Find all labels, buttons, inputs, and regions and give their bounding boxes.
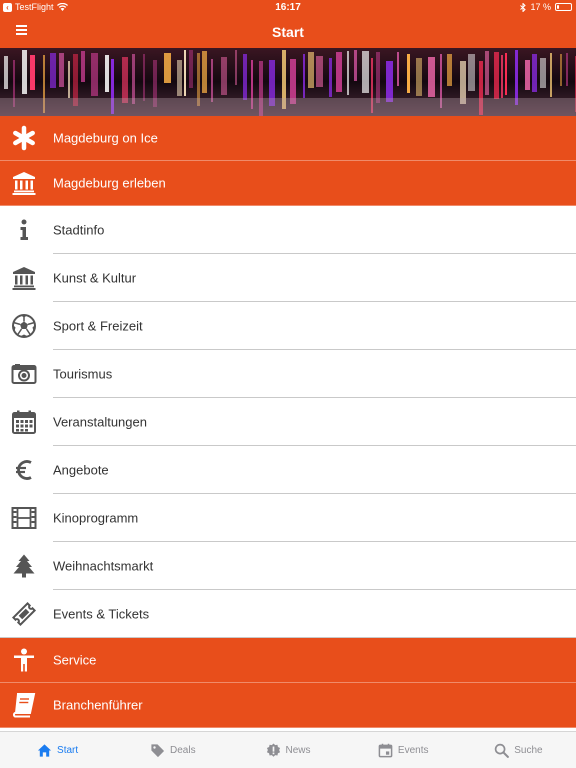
tab-news[interactable]: News (230, 732, 345, 768)
menu-row-angebote[interactable]: Angebote (0, 446, 576, 494)
home-icon (37, 743, 52, 758)
tab-label: Events (397, 744, 429, 756)
clock: 16:17 (275, 2, 301, 13)
menu-row-label: Kinoprogramm (53, 510, 139, 526)
asterisk-icon (10, 124, 38, 152)
nav-bar: Start (0, 15, 576, 48)
menu-row-label: Stadtinfo (53, 222, 105, 238)
menu-row-magdeburg-on-ice[interactable]: Magdeburg on Ice (0, 116, 576, 161)
hamburger-menu-button[interactable] (10, 23, 32, 41)
menu-row-branchenfuehrer[interactable]: Branchenführer (0, 683, 576, 728)
menu-row-label: Magdeburg on Ice (53, 130, 158, 146)
menu-row-service[interactable]: Service (0, 638, 576, 683)
status-right: 17 % (520, 2, 572, 12)
menu-row-magdeburg-erleben[interactable]: Magdeburg erleben (0, 161, 576, 206)
menu-row-label: Branchenführer (53, 697, 143, 713)
soccer-ball-icon (10, 312, 38, 340)
menu-row-sport-and-freizeit[interactable]: Sport & Freizeit (0, 302, 576, 350)
calendar-icon (378, 743, 393, 758)
menu-row-label: Weihnachtsmarkt (53, 558, 154, 574)
menu-row-stadtinfo[interactable]: Stadtinfo (0, 206, 576, 254)
menu-row-label: Service (53, 652, 97, 668)
menu-row-label: Sport & Freizeit (53, 318, 143, 334)
tab-label: News (285, 744, 311, 756)
menu-row-tourismus[interactable]: Tourismus (0, 350, 576, 398)
search-icon (494, 743, 510, 758)
tab-label: Deals (170, 744, 196, 756)
menu-row-label: Veranstaltungen (53, 414, 147, 430)
tab-events[interactable]: Events (346, 732, 461, 768)
menu-row-weihnachtsmarkt[interactable]: Weihnachtsmarkt (0, 542, 576, 590)
tab-suche[interactable]: Suche (461, 732, 576, 768)
page-title: Start (272, 24, 304, 40)
header-banner-image (0, 48, 576, 116)
menu-row-label: Magdeburg erleben (53, 175, 166, 191)
menu-row-kinoprogramm[interactable]: Kinoprogramm (0, 494, 576, 542)
book-icon (10, 691, 38, 719)
museum-icon (10, 169, 38, 197)
film-icon (10, 504, 38, 532)
ticket-icon (10, 600, 38, 628)
bluetooth-icon (520, 2, 527, 12)
tab-label: Start (57, 744, 79, 756)
menu-row-kunst-and-kultur[interactable]: Kunst & Kultur (0, 254, 576, 302)
tab-bar: Start Deals News Events Suche (0, 731, 576, 768)
tab-start[interactable]: Start (0, 732, 115, 768)
menu-row-veranstaltungen[interactable]: Veranstaltungen (0, 398, 576, 446)
euro-icon (10, 456, 38, 484)
tree-icon (10, 552, 38, 580)
info-icon (10, 216, 38, 244)
tag-icon (150, 743, 165, 758)
alert-badge-icon (266, 742, 281, 758)
calendar-icon (10, 408, 38, 436)
battery-icon (555, 3, 572, 11)
tab-label: Suche (514, 744, 543, 756)
museum-icon (10, 264, 38, 292)
menu-row-events-and-tickets[interactable]: Events & Tickets (0, 590, 576, 638)
menu-row-label: Kunst & Kultur (53, 270, 137, 286)
status-bar: ‹ TestFlight 16:17 17 % (0, 0, 576, 15)
menu-row-label: Angebote (53, 462, 109, 478)
main-menu: Magdeburg on Ice Magdeburg erleben Stadtin… (0, 116, 576, 728)
menu-row-label: Events & Tickets (53, 606, 150, 622)
menu-row-label: Tourismus (53, 366, 113, 382)
tab-deals[interactable]: Deals (115, 732, 230, 768)
camera-icon (10, 360, 38, 388)
person-icon (10, 646, 38, 674)
battery-percent: 17 % (530, 2, 551, 12)
